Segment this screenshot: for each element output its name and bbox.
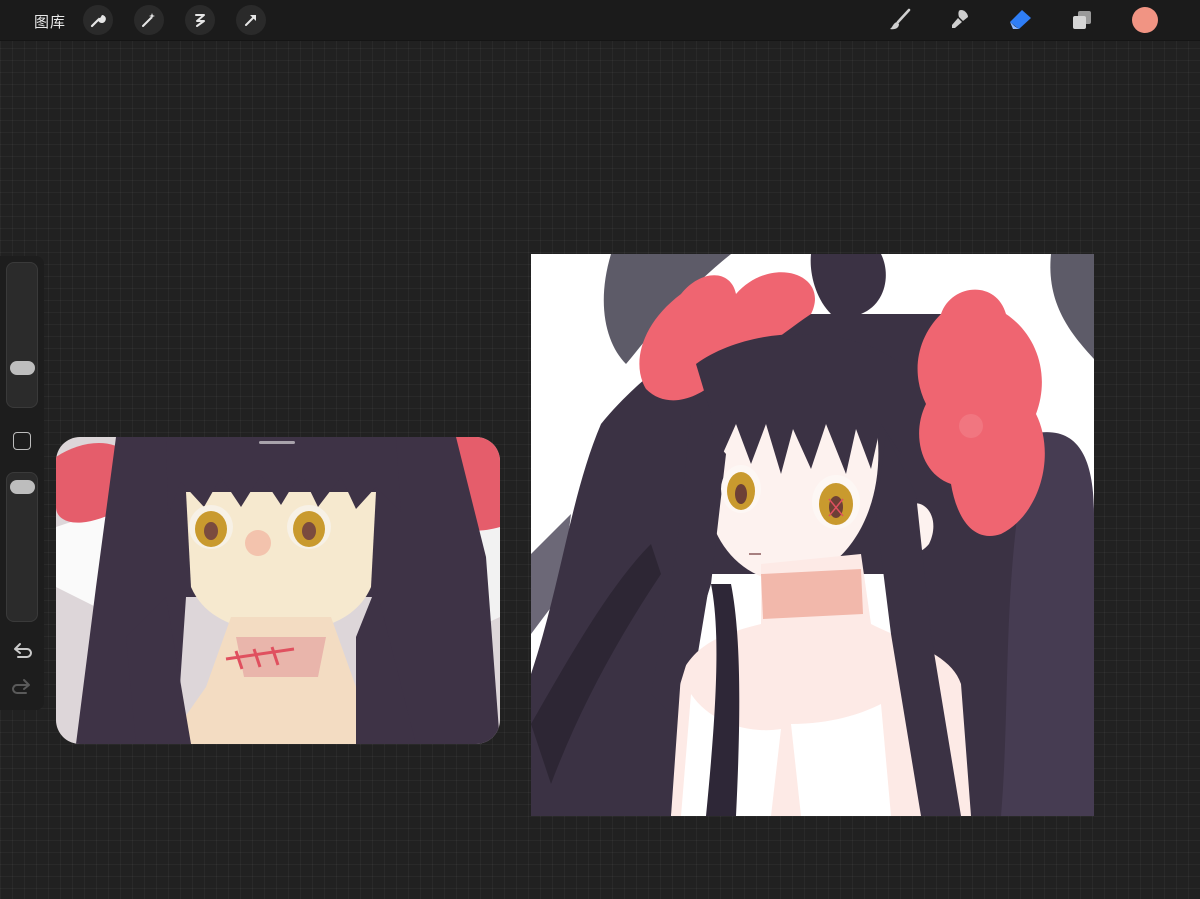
opacity-thumb[interactable] (10, 479, 35, 494)
gallery-button[interactable]: 图库 (34, 11, 66, 32)
adjustments-button[interactable] (134, 5, 164, 35)
brush-icon (890, 8, 911, 30)
drawing-canvas[interactable] (531, 254, 1094, 816)
top-toolbar: 图库 (0, 0, 1200, 41)
brush-size-slider[interactable] (6, 262, 38, 408)
smudge-icon (952, 10, 968, 28)
color-picker-button[interactable] (1132, 7, 1158, 33)
eraser-tool[interactable] (1004, 5, 1036, 35)
brush-size-thumb[interactable] (10, 360, 35, 375)
wrench-icon (90, 15, 106, 28)
brush-tool[interactable] (884, 5, 916, 35)
reference-image (56, 437, 500, 744)
transform-arrow-icon (245, 15, 256, 26)
reference-drag-handle[interactable] (259, 441, 295, 444)
left-sidebar (0, 256, 44, 710)
smudge-tool[interactable] (944, 5, 976, 35)
redo-icon[interactable] (10, 676, 34, 698)
selection-icon (195, 14, 205, 27)
transform-button[interactable] (236, 5, 266, 35)
magic-wand-icon (142, 13, 155, 27)
eraser-icon (1010, 10, 1031, 29)
undo-icon[interactable] (10, 640, 34, 662)
actions-button[interactable] (83, 5, 113, 35)
canvas-artwork (531, 254, 1094, 816)
modify-button[interactable] (13, 432, 31, 450)
opacity-slider[interactable] (6, 472, 38, 622)
layers-tool[interactable] (1066, 5, 1098, 35)
layers-icon (1073, 11, 1091, 29)
reference-window[interactable] (56, 437, 500, 744)
selection-button[interactable] (185, 5, 215, 35)
